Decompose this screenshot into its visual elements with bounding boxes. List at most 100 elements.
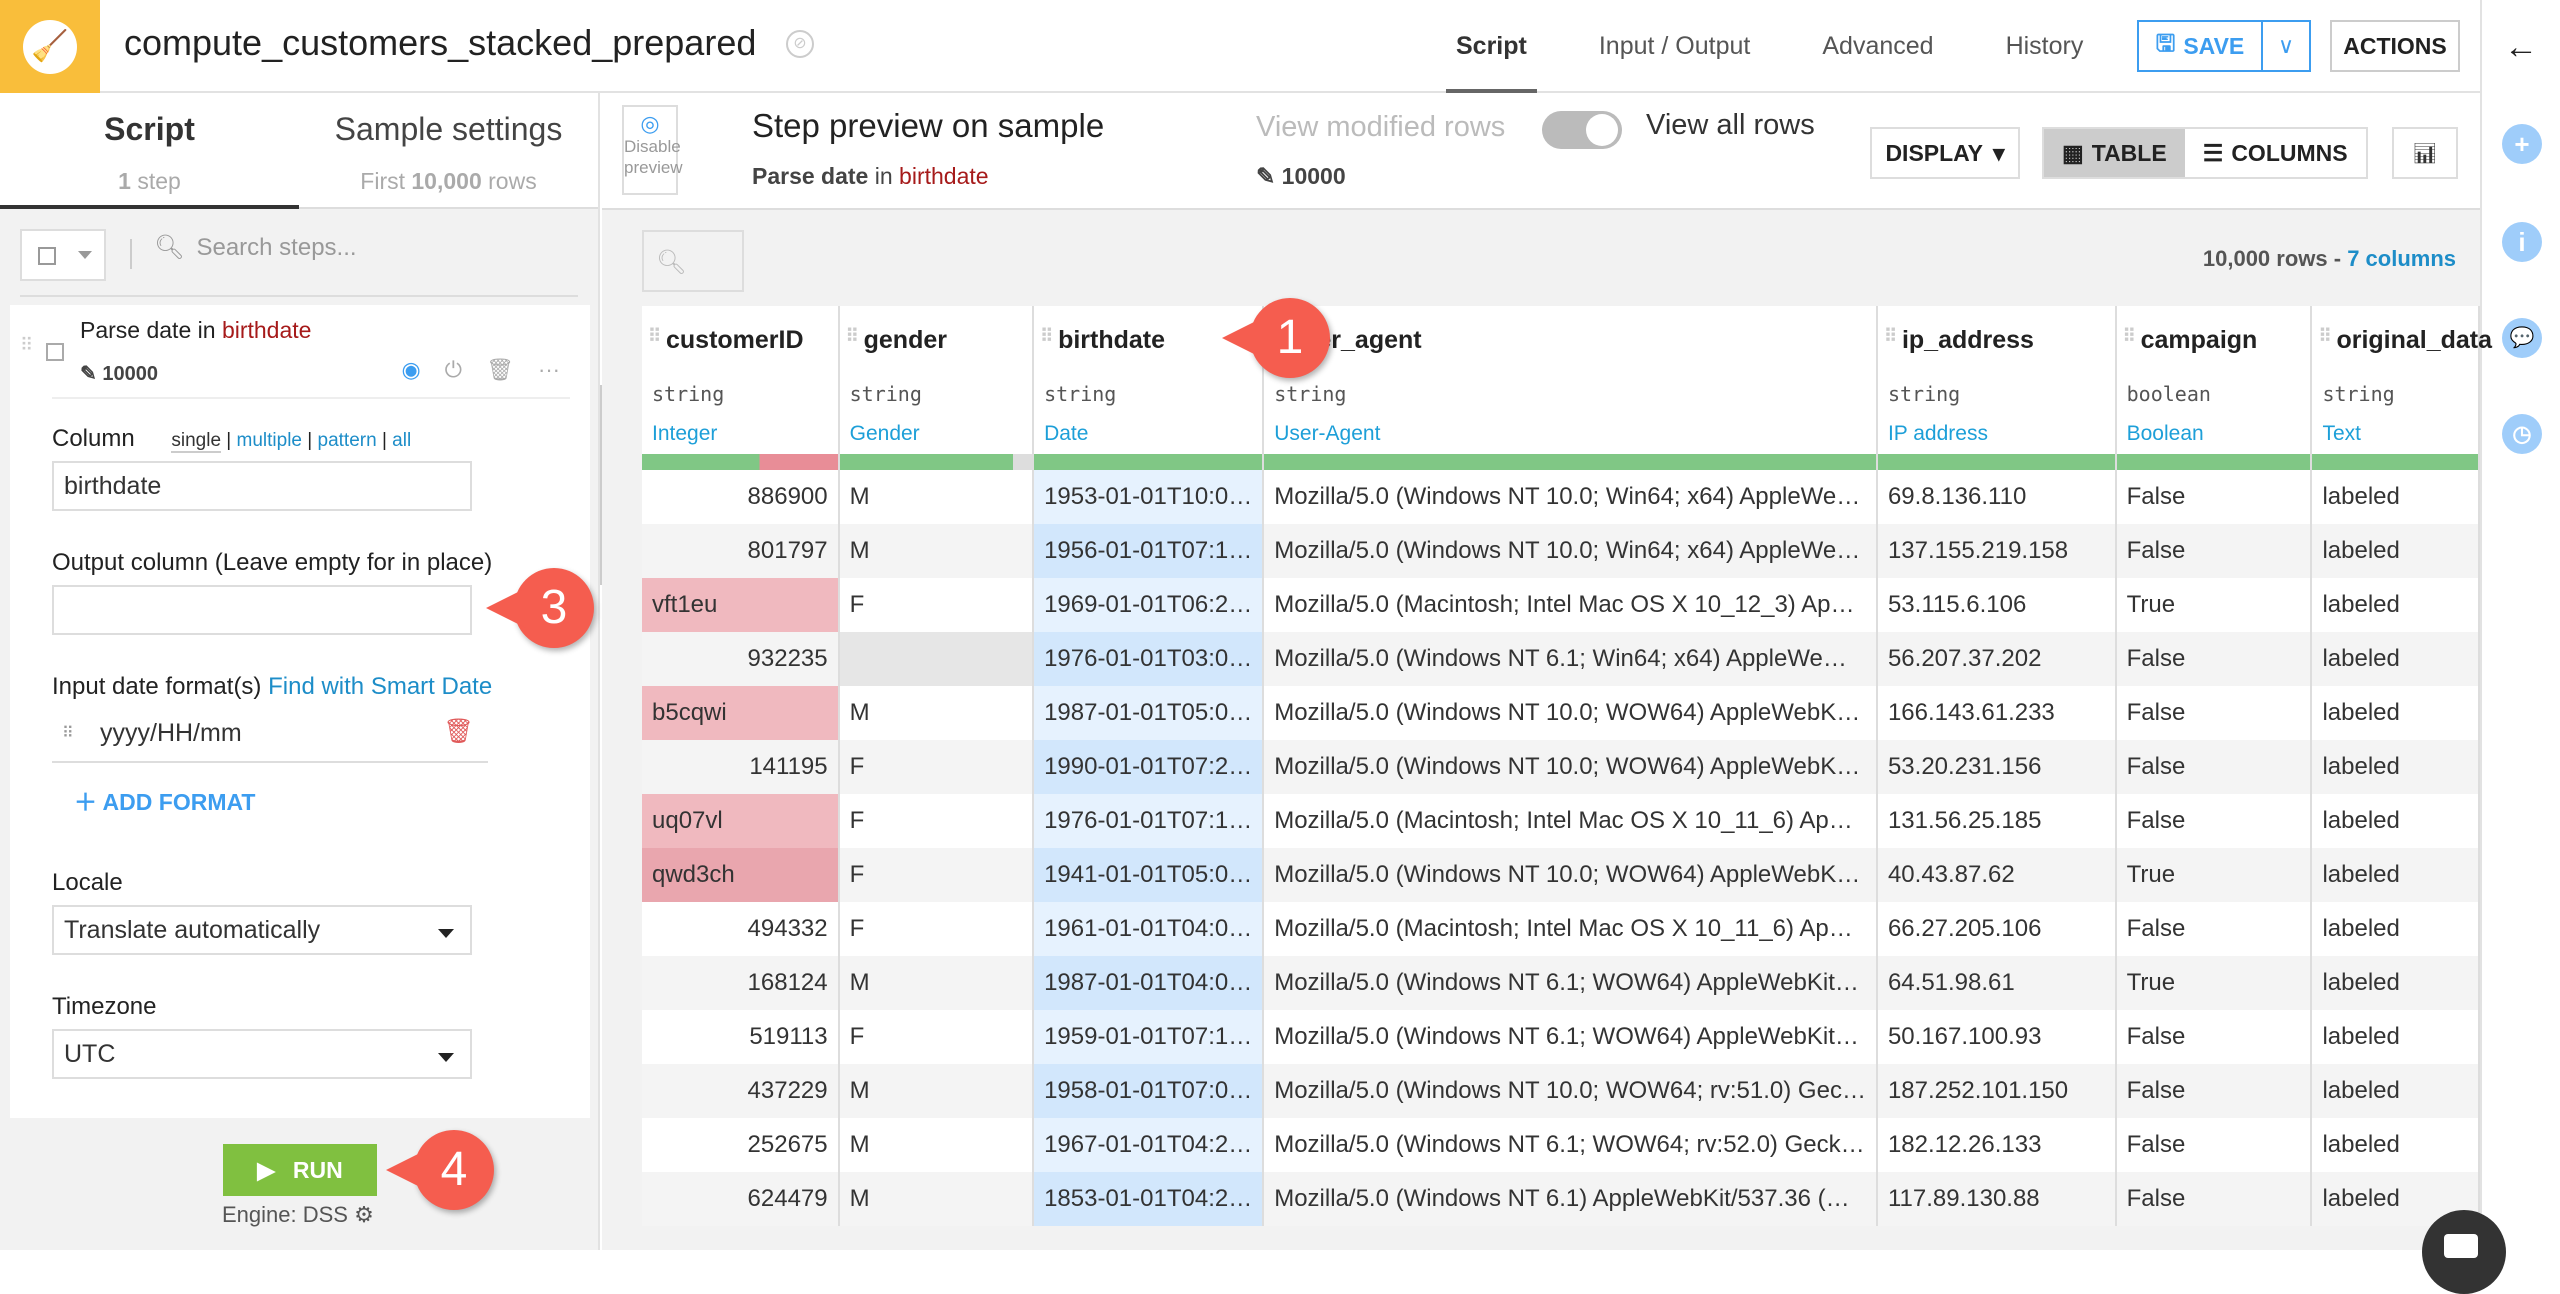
table-cell-birthdate[interactable]: 1956-01-01T07:1… xyxy=(1033,524,1265,578)
plus-icon[interactable]: + xyxy=(2502,124,2542,164)
search-steps-input[interactable]: 🔍︎ Search steps... xyxy=(154,233,357,262)
table-cell-birthdate[interactable]: 1967-01-01T04:2… xyxy=(1033,1118,1265,1172)
column-header-campaign[interactable]: campaign boolean Boolean xyxy=(2115,306,2313,470)
table-cell-original-data[interactable]: labeled xyxy=(2311,1010,2480,1064)
table-cell-user-agent[interactable]: Mozilla/5.0 (Windows NT 10.0; WOW64) App… xyxy=(1263,848,1878,902)
table-cell-birthdate[interactable]: 1976-01-01T07:1… xyxy=(1033,794,1265,848)
table-cell-gender[interactable]: F xyxy=(838,740,1035,794)
table-cell-ip-address[interactable]: 137.155.219.158 xyxy=(1876,524,2117,578)
table-cell-user-agent[interactable]: Mozilla/5.0 (Windows NT 10.0; Win64; x64… xyxy=(1263,470,1878,524)
display-dropdown[interactable]: DISPLAY ▾ xyxy=(1870,127,2020,179)
tab-script[interactable]: Script xyxy=(1420,0,1563,93)
table-cell-customerID[interactable]: b5cqwi xyxy=(642,686,840,740)
table-cell-customerID[interactable]: 168124 xyxy=(642,956,840,1010)
table-cell-customerID[interactable]: 494332 xyxy=(642,902,840,956)
columns-view-button[interactable]: ☰ COLUMNS xyxy=(2185,129,2366,177)
table-cell-user-agent[interactable]: Mozilla/5.0 (Windows NT 6.1; WOW64) Appl… xyxy=(1263,1010,1878,1064)
table-cell-birthdate[interactable]: 1987-01-01T05:0… xyxy=(1033,686,1265,740)
table-cell-birthdate[interactable]: 1969-01-01T06:2… xyxy=(1033,578,1265,632)
delete-format-trash-icon[interactable]: 🗑 xyxy=(444,717,474,746)
drag-handle-icon[interactable]: ⠿ xyxy=(62,723,74,743)
table-cell-gender[interactable]: M xyxy=(838,1172,1035,1226)
table-cell-campaign[interactable]: False xyxy=(2115,1064,2313,1118)
table-cell-user-agent[interactable]: Mozilla/5.0 (Macintosh; Intel Mac OS X 1… xyxy=(1263,794,1878,848)
column-meaning[interactable]: Integer xyxy=(652,422,717,446)
column-storage-type[interactable]: boolean xyxy=(2127,382,2211,406)
column-meaning[interactable]: Boolean xyxy=(2127,422,2204,446)
column-storage-type[interactable]: string xyxy=(652,382,724,406)
table-cell-campaign[interactable]: True xyxy=(2115,578,2313,632)
table-cell-ip-address[interactable]: 131.56.25.185 xyxy=(1876,794,2117,848)
table-cell-campaign[interactable]: False xyxy=(2115,902,2313,956)
table-cell-gender[interactable]: F xyxy=(838,848,1035,902)
table-cell-customerID[interactable]: 519113 xyxy=(642,1010,840,1064)
table-cell-campaign[interactable]: False xyxy=(2115,740,2313,794)
table-cell-user-agent[interactable]: Mozilla/5.0 (Windows NT 10.0; WOW64) App… xyxy=(1263,740,1878,794)
trash-icon[interactable]: 🗑 xyxy=(486,357,514,383)
table-cell-birthdate[interactable]: 1941-01-01T05:0… xyxy=(1033,848,1265,902)
table-cell-birthdate[interactable]: 1961-01-01T04:0… xyxy=(1033,902,1265,956)
column-header-gender[interactable]: gender string Gender xyxy=(838,306,1035,470)
tab-input-output[interactable]: Input / Output xyxy=(1563,0,1787,93)
column-meaning[interactable]: Date xyxy=(1044,422,1088,446)
table-search-input[interactable]: 🔍︎ xyxy=(642,230,744,292)
column-header-user-agent[interactable]: user_agent string User-Agent xyxy=(1263,306,1878,470)
actions-button[interactable]: ACTIONS xyxy=(2330,20,2460,72)
table-cell-gender[interactable]: M xyxy=(838,524,1035,578)
column-storage-type[interactable]: string xyxy=(1274,382,1346,406)
table-cell-birthdate[interactable]: 1853-01-01T04:2… xyxy=(1033,1172,1265,1226)
table-cell-ip-address[interactable]: 166.143.61.233 xyxy=(1876,686,2117,740)
table-cell-original-data[interactable]: labeled xyxy=(2311,848,2480,902)
chart-icon[interactable]: 📊︎ xyxy=(2392,127,2458,179)
timezone-select[interactable]: UTC xyxy=(52,1029,472,1079)
table-cell-ip-address[interactable]: 40.43.87.62 xyxy=(1876,848,2117,902)
column-meaning[interactable]: User-Agent xyxy=(1274,422,1380,446)
table-cell-gender[interactable] xyxy=(838,632,1035,686)
add-format-button[interactable]: ＋ ADD FORMAT xyxy=(74,783,590,817)
discussions-icon[interactable]: 💬 xyxy=(2502,318,2542,358)
table-cell-gender[interactable]: M xyxy=(838,1064,1035,1118)
table-cell-user-agent[interactable]: Mozilla/5.0 (Windows NT 6.1; WOW64; rv:5… xyxy=(1263,1118,1878,1172)
table-cell-user-agent[interactable]: Mozilla/5.0 (Macintosh; Intel Mac OS X 1… xyxy=(1263,578,1878,632)
drag-handle-icon[interactable]: ⠿ xyxy=(20,335,33,356)
table-cell-gender[interactable]: F xyxy=(838,902,1035,956)
clock-icon[interactable]: ◷ xyxy=(2502,414,2542,454)
table-cell-birthdate[interactable]: 1976-01-01T03:0… xyxy=(1033,632,1265,686)
column-storage-type[interactable]: string xyxy=(1888,382,1960,406)
tab-sample-settings[interactable]: Sample settings First 10,000 rows xyxy=(299,93,598,207)
table-cell-customerID[interactable]: qwd3ch xyxy=(642,848,840,902)
table-cell-ip-address[interactable]: 56.207.37.202 xyxy=(1876,632,2117,686)
column-header-ip-address[interactable]: ip_address string IP address xyxy=(1876,306,2117,470)
table-cell-campaign[interactable]: True xyxy=(2115,956,2313,1010)
table-cell-original-data[interactable]: labeled xyxy=(2311,470,2480,524)
column-header-original-data[interactable]: original_data string Text xyxy=(2311,306,2492,470)
select-all-dropdown[interactable] xyxy=(20,229,106,281)
table-cell-campaign[interactable]: False xyxy=(2115,794,2313,848)
table-view-button[interactable]: ▦ TABLE xyxy=(2044,129,2185,177)
table-cell-gender[interactable]: F xyxy=(838,1010,1035,1064)
column-storage-type[interactable]: string xyxy=(1044,382,1116,406)
table-cell-ip-address[interactable]: 50.167.100.93 xyxy=(1876,1010,2117,1064)
run-button[interactable]: ▶ RUN xyxy=(223,1144,377,1196)
mode-single[interactable]: single xyxy=(171,430,222,453)
table-cell-user-agent[interactable]: Mozilla/5.0 (Windows NT 10.0; Win64; x64… xyxy=(1263,524,1878,578)
table-cell-original-data[interactable]: labeled xyxy=(2311,578,2480,632)
table-cell-ip-address[interactable]: 53.20.231.156 xyxy=(1876,740,2117,794)
table-cell-user-agent[interactable]: Mozilla/5.0 (Windows NT 6.1; WOW64) Appl… xyxy=(1263,956,1878,1010)
chat-widget-button[interactable] xyxy=(2422,1210,2506,1294)
table-cell-user-agent[interactable]: Mozilla/5.0 (Windows NT 6.1) AppleWebKit… xyxy=(1263,1172,1878,1226)
table-cell-original-data[interactable]: labeled xyxy=(2311,632,2480,686)
info-icon[interactable]: i xyxy=(2502,222,2542,262)
table-cell-ip-address[interactable]: 182.12.26.133 xyxy=(1876,1118,2117,1172)
table-cell-ip-address[interactable]: 117.89.130.88 xyxy=(1876,1172,2117,1226)
table-cell-customerID[interactable]: 252675 xyxy=(642,1118,840,1172)
table-cell-customerID[interactable]: vft1eu xyxy=(642,578,840,632)
engine-selector[interactable]: Engine: DSS ⚙ xyxy=(222,1202,374,1228)
table-cell-gender[interactable]: M xyxy=(838,1118,1035,1172)
table-cell-gender[interactable]: M xyxy=(838,956,1035,1010)
table-cell-ip-address[interactable]: 64.51.98.61 xyxy=(1876,956,2117,1010)
table-cell-birthdate[interactable]: 1953-01-01T10:0… xyxy=(1033,470,1265,524)
table-cell-gender[interactable]: F xyxy=(838,794,1035,848)
table-cell-gender[interactable]: M xyxy=(838,470,1035,524)
more-icon[interactable]: ··· xyxy=(538,357,560,383)
